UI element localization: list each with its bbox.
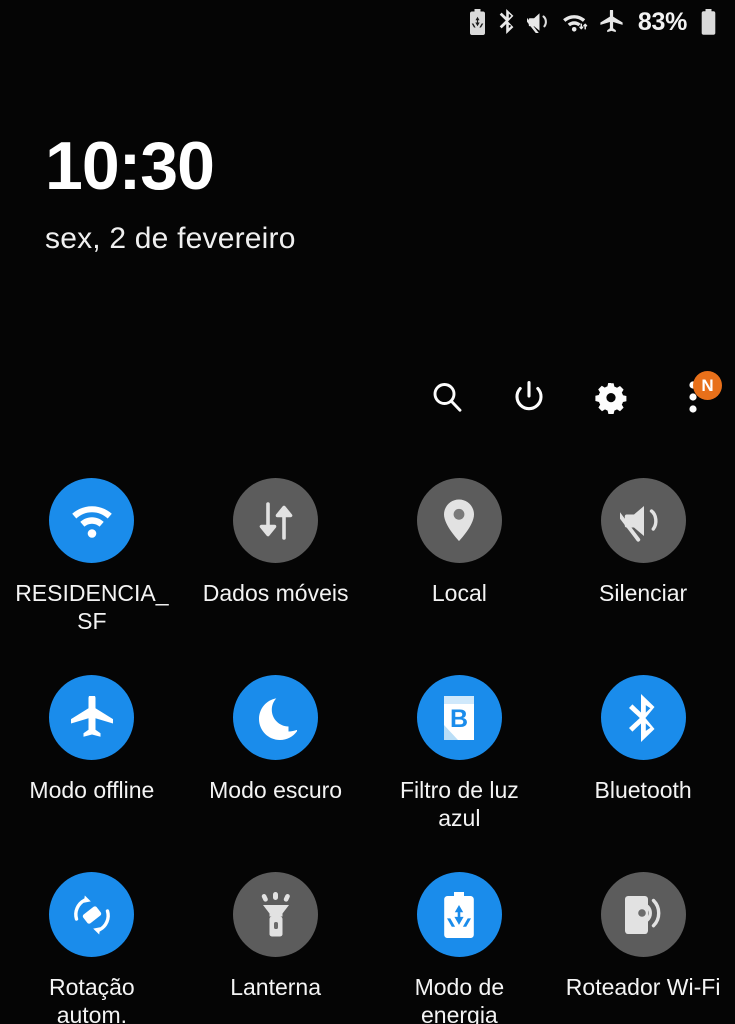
airplane-mode-icon — [599, 10, 624, 34]
tile-power-mode[interactable]: Modo de energia — [368, 872, 552, 1024]
search-button[interactable] — [425, 375, 469, 419]
battery-percent-label: 83% — [637, 7, 687, 36]
bluetooth-icon — [498, 9, 516, 35]
tile-location[interactable]: Local — [368, 478, 552, 675]
tile-icon-circle — [49, 872, 135, 957]
tile-label: Dados móveis — [202, 580, 349, 606]
tile-blue-light-filter[interactable]: B Filtro de luz azul — [368, 675, 552, 872]
tile-label: Lanterna — [230, 974, 322, 1000]
wifi-icon — [69, 502, 115, 540]
blue-light-filter-icon: B — [441, 695, 477, 741]
gear-icon — [593, 379, 629, 415]
tile-icon-circle — [49, 675, 135, 760]
tile-mobile-data[interactable]: Dados móveis — [184, 478, 368, 675]
tile-icon-circle — [233, 675, 319, 760]
tile-icon-circle — [233, 478, 319, 563]
lockscreen-clock: 10:30 sex, 2 de fevereiro — [45, 132, 296, 256]
tile-icon-circle — [416, 872, 502, 957]
moon-icon — [255, 696, 297, 740]
location-pin-icon — [442, 498, 476, 543]
mobile-data-icon — [255, 500, 297, 542]
auto-rotate-icon — [69, 892, 115, 938]
notification-badge: N — [693, 371, 722, 400]
tile-icon-circle — [233, 872, 319, 957]
power-saving-icon — [441, 891, 477, 938]
wifi-data-icon — [562, 11, 588, 33]
tile-wifi-hotspot[interactable]: Roteador Wi-Fi — [551, 872, 735, 1024]
tile-label: Modo offline — [29, 777, 155, 803]
tile-label: Local — [431, 580, 487, 606]
mute-icon — [526, 11, 551, 33]
tile-dark-mode[interactable]: Modo escuro — [184, 675, 368, 872]
tile-label: Modo escuro — [209, 777, 343, 803]
tile-airplane-mode[interactable]: Modo offline — [0, 675, 184, 872]
tile-label: Modo de energia — [414, 974, 505, 1024]
power-button[interactable] — [507, 375, 551, 419]
tile-icon-circle — [49, 478, 135, 563]
battery-full-icon — [700, 9, 717, 35]
mute-icon — [620, 500, 666, 542]
power-saving-battery-icon — [468, 9, 487, 35]
quick-settings-panel: 83% 10:30 sex, 2 de fevereiro N RESIDENC… — [0, 0, 735, 1024]
tile-icon-circle: B — [416, 675, 502, 760]
settings-button[interactable] — [589, 375, 633, 419]
tile-auto-rotate[interactable]: Rotação autom. — [0, 872, 184, 1024]
tile-label: Bluetooth — [594, 777, 692, 803]
hotspot-icon — [621, 892, 665, 938]
more-options-button[interactable]: N — [671, 371, 722, 419]
tile-icon-circle — [416, 478, 502, 563]
clock-time: 10:30 — [45, 128, 215, 204]
clock-date: sex, 2 de fevereiro — [45, 222, 296, 255]
tile-label: Silenciar — [599, 580, 688, 606]
tile-icon-circle — [600, 872, 686, 957]
quick-settings-toolbar: N — [425, 371, 722, 419]
svg-text:B: B — [450, 705, 468, 733]
power-icon — [511, 379, 547, 415]
status-bar: 83% — [0, 0, 735, 44]
airplane-icon — [69, 695, 115, 740]
tile-flashlight[interactable]: Lanterna — [184, 872, 368, 1024]
flashlight-icon — [256, 891, 296, 938]
quick-settings-tiles: RESIDENCIA_ SF Dados móveis Local Silenc… — [0, 478, 735, 1024]
search-icon — [429, 379, 465, 415]
tile-label: Filtro de luz azul — [399, 777, 519, 832]
tile-mute[interactable]: Silenciar — [551, 478, 735, 675]
tile-icon-circle — [600, 478, 686, 563]
tile-label: Roteador Wi-Fi — [565, 974, 721, 1000]
tile-label: RESIDENCIA_ SF — [15, 580, 169, 635]
tile-wifi[interactable]: RESIDENCIA_ SF — [0, 478, 184, 675]
tile-label: Rotação autom. — [49, 974, 135, 1024]
tile-bluetooth[interactable]: Bluetooth — [551, 675, 735, 872]
bluetooth-icon — [626, 693, 660, 742]
tile-icon-circle — [600, 675, 686, 760]
